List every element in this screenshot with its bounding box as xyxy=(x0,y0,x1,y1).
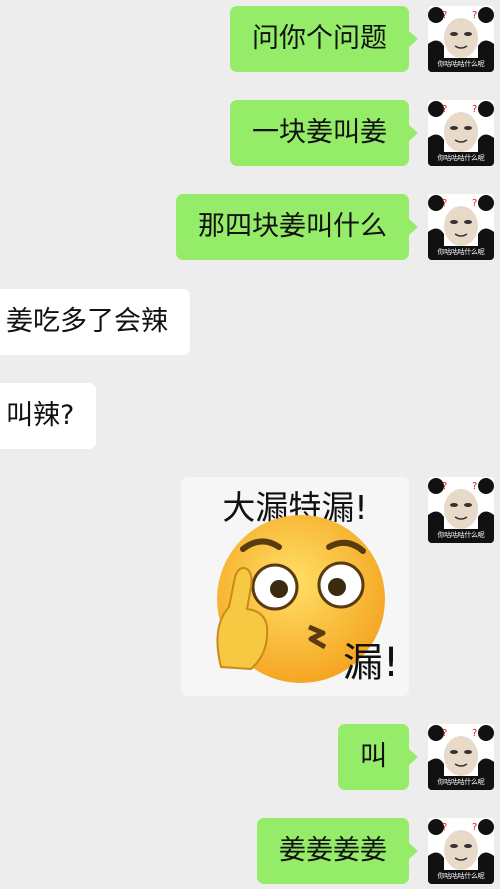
avatar-caption: 你咕咕咕什么呢 xyxy=(437,154,485,162)
bubble-tail xyxy=(409,843,418,859)
user-avatar[interactable]: ? ? 你咕咕咕什么呢 xyxy=(428,100,494,166)
svg-text:?: ? xyxy=(442,104,447,115)
message-bubble[interactable]: 叫 xyxy=(338,724,409,790)
user-avatar[interactable]: ? ? 你咕咕咕什么呢 xyxy=(428,818,494,884)
bubble-tail xyxy=(409,219,418,235)
svg-text:?: ? xyxy=(472,728,477,739)
svg-text:?: ? xyxy=(442,822,447,833)
message-bubble[interactable]: 姜姜姜姜 xyxy=(257,818,409,884)
message-bubble[interactable]: 姜吃多了会辣 xyxy=(0,289,190,355)
svg-text:?: ? xyxy=(472,10,477,21)
svg-text:?: ? xyxy=(472,104,477,115)
user-avatar[interactable]: ? ? 你咕咕咕什么呢 xyxy=(428,6,494,72)
message-text: 叫辣? xyxy=(6,400,75,431)
avatar-caption: 你咕咕咕什么呢 xyxy=(437,531,485,539)
svg-text:?: ? xyxy=(472,198,477,209)
avatar-caption: 你咕咕咕什么呢 xyxy=(437,248,485,256)
avatar-caption: 你咕咕咕什么呢 xyxy=(437,60,485,68)
message-text: 一块姜叫姜 xyxy=(252,117,387,148)
sticker-bottom-text: 漏! xyxy=(342,640,399,686)
avatar-caption: 你咕咕咕什么呢 xyxy=(437,778,485,786)
bubble-tail xyxy=(409,31,418,47)
user-avatar[interactable]: ? ? 你咕咕咕什么呢 xyxy=(428,724,494,790)
message-bubble[interactable]: 一块姜叫姜 xyxy=(230,100,409,166)
svg-text:?: ? xyxy=(442,10,447,21)
message-text: 姜吃多了会辣 xyxy=(6,306,168,337)
message-text: 问你个问题 xyxy=(252,23,387,54)
svg-text:?: ? xyxy=(472,822,477,833)
message-text: 叫 xyxy=(360,741,387,772)
svg-text:?: ? xyxy=(442,198,447,209)
message-bubble[interactable]: 那四块姜叫什么 xyxy=(176,194,409,260)
message-bubble[interactable]: 问你个问题 xyxy=(230,6,409,72)
bubble-tail xyxy=(409,125,418,141)
user-avatar[interactable]: ? ? 你咕咕咕什么呢 xyxy=(428,477,494,543)
message-text: 那四块姜叫什么 xyxy=(198,211,387,242)
avatar-caption: 你咕咕咕什么呢 xyxy=(437,872,485,880)
message-text: 姜姜姜姜 xyxy=(279,835,387,866)
svg-text:?: ? xyxy=(472,481,477,492)
sticker-message[interactable]: 大漏特漏! 漏! xyxy=(181,477,409,696)
bubble-tail xyxy=(409,749,418,765)
message-bubble[interactable]: 叫辣? xyxy=(0,383,97,449)
svg-text:?: ? xyxy=(442,728,447,739)
svg-text:?: ? xyxy=(442,481,447,492)
user-avatar[interactable]: ? ? 你咕咕咕什么呢 xyxy=(428,194,494,260)
